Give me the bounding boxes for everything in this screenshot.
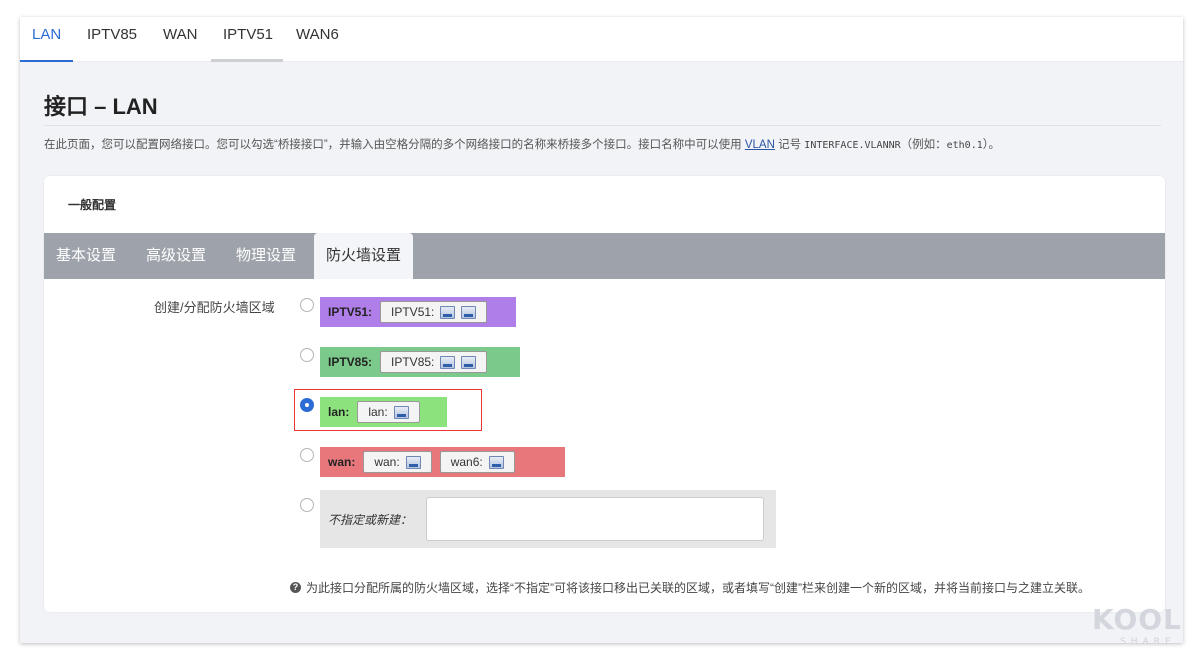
zone-radio-iptv85[interactable] — [300, 348, 314, 362]
help-message: 为此接口分配所属的防火墙区域，选择“不指定”可将该接口移出已关联的区域，或者填写… — [306, 581, 1090, 595]
interface-label: wan: — [374, 455, 400, 469]
zone-lan: lan: lan: — [320, 397, 447, 427]
unspecified-label: 不指定或新建： — [328, 512, 413, 527]
page-description: 在此页面，您可以配置网络接口。您可以勾选“桥接接口”，并输入由空格分隔的多个网络… — [44, 125, 1161, 152]
network-icon — [461, 305, 477, 319]
zone-wan: wan: wan: wan6: — [320, 447, 565, 477]
desc-text: （例如： — [900, 139, 947, 151]
tab-lan[interactable]: LAN — [20, 17, 74, 62]
desc-code: INTERFACE.VLANNR — [804, 140, 901, 151]
interface-lan[interactable]: lan: — [357, 401, 420, 423]
ethernet-icon — [488, 455, 504, 469]
zone-radio-iptv51[interactable] — [300, 298, 314, 312]
zone-label: lan: — [328, 405, 350, 419]
interface-label: IPTV85: — [391, 355, 435, 369]
tab-iptv51[interactable]: IPTV51 — [211, 17, 283, 62]
tab-wan[interactable]: WAN — [151, 17, 209, 62]
network-icon — [461, 355, 477, 369]
watermark-sub: SHARE — [1120, 637, 1176, 647]
interface-iptv85[interactable]: IPTV85: — [380, 351, 488, 373]
tab-wan6[interactable]: WAN6 — [284, 17, 351, 62]
zone-radio-wan[interactable] — [300, 448, 314, 462]
tab-basic-settings[interactable]: 基本设置 — [44, 233, 128, 279]
desc-code: eth0.1 — [946, 140, 983, 151]
desc-text: ）。 — [982, 139, 1000, 151]
interface-wan[interactable]: wan: — [363, 451, 432, 473]
settings-tabs: 基本设置 高级设置 物理设置 防火墙设置 — [44, 233, 1165, 279]
vlan-link[interactable]: VLAN — [745, 139, 775, 151]
interface-label: IPTV51: — [391, 305, 435, 319]
interface-wan6[interactable]: wan6: — [439, 451, 515, 473]
network-icon — [440, 355, 456, 369]
firewall-zone-label: 创建/分配防火墙区域 — [154, 300, 275, 315]
zone-radio-unspecified[interactable] — [300, 498, 314, 512]
general-config-card: 一般配置 基本设置 高级设置 物理设置 防火墙设置 创建/分配防火墙区域 IPT… — [44, 176, 1165, 612]
interface-label: wan6: — [450, 455, 483, 469]
zone-radio-lan[interactable] — [300, 398, 314, 412]
tab-physical-settings[interactable]: 物理设置 — [224, 233, 308, 279]
page-container: LAN IPTV85 WAN IPTV51 WAN6 接口 – LAN 在此页面… — [20, 17, 1183, 643]
desc-text: 在此页面，您可以配置网络接口。您可以勾选“桥接接口”，并输入由空格分隔的多个网络… — [44, 139, 745, 151]
zone-label: IPTV51: — [328, 305, 373, 319]
desc-text: 记号 — [774, 139, 805, 151]
tab-advanced-settings[interactable]: 高级设置 — [134, 233, 218, 279]
interface-tabs: LAN IPTV85 WAN IPTV51 WAN6 — [20, 17, 1183, 62]
watermark-logo: KOOL — [1092, 603, 1182, 636]
zone-label: wan: — [328, 455, 356, 469]
tab-iptv85[interactable]: IPTV85 — [75, 17, 149, 62]
zone-unspecified: 不指定或新建： — [320, 490, 776, 548]
zone-iptv51: IPTV51: IPTV51: — [320, 297, 516, 327]
new-zone-input[interactable] — [426, 497, 764, 541]
zone-iptv85: IPTV85: IPTV85: — [320, 347, 520, 377]
ethernet-icon — [405, 455, 421, 469]
section-title: 一般配置 — [68, 198, 117, 212]
page-title: 接口 – LAN — [44, 94, 158, 119]
ethernet-icon — [393, 405, 409, 419]
network-icon — [440, 305, 456, 319]
help-text: ? 为此接口分配所属的防火墙区域，选择“不指定”可将该接口移出已关联的区域，或者… — [290, 579, 1090, 596]
zone-label: IPTV85: — [328, 355, 373, 369]
tab-firewall-settings[interactable]: 防火墙设置 — [314, 233, 414, 279]
help-icon: ? — [290, 582, 301, 593]
interface-label: lan: — [368, 405, 388, 419]
interface-iptv51[interactable]: IPTV51: — [380, 301, 488, 323]
